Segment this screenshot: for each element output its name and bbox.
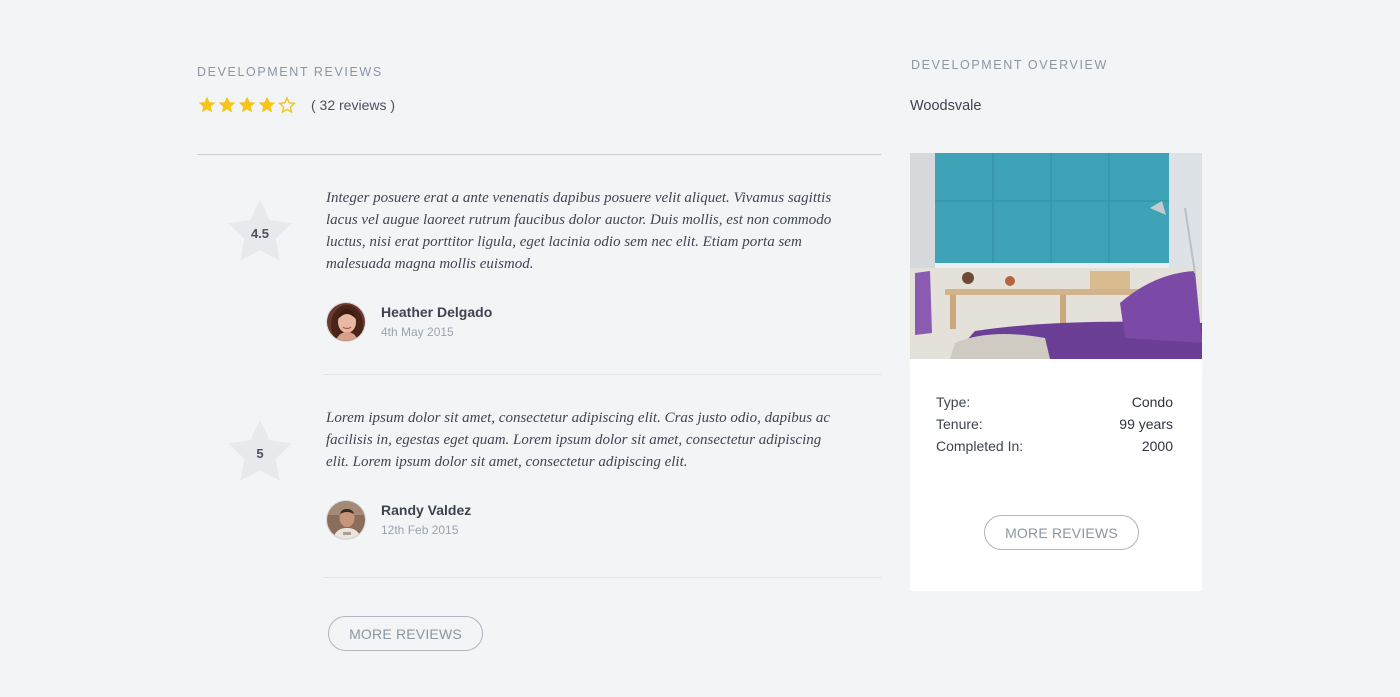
star-filled-icon [237, 95, 257, 115]
fact-value: 99 years [1119, 416, 1173, 432]
divider [197, 154, 881, 155]
review-text: Integer posuere erat a ante venenatis da… [326, 190, 832, 272]
fact-label: Completed In: [936, 438, 1024, 454]
review-score: 5 [256, 446, 264, 461]
overall-rating: ( 32 reviews ) [197, 95, 395, 115]
review-text: Lorem ipsum dolor sit amet, consectetur … [326, 410, 831, 470]
review-date: 4th May 2015 [381, 325, 454, 339]
overview-card: Type: Condo Tenure: 99 years Completed I… [910, 153, 1202, 591]
reviews-section-title: DEVELOPMENT REVIEWS [197, 65, 383, 79]
fact-tenure: Tenure: 99 years [936, 413, 1173, 435]
rating-stars [197, 95, 297, 115]
review-score-badge: 5 [227, 419, 293, 483]
fact-label: Type: [936, 394, 971, 410]
review-count: ( 32 reviews ) [311, 97, 396, 113]
overview-more-reviews-button[interactable]: MORE REVIEWS [984, 515, 1139, 550]
fact-label: Tenure: [936, 416, 983, 432]
development-name: Woodsvale [910, 98, 982, 114]
star-filled-icon [217, 95, 237, 115]
fact-value: 2000 [1141, 438, 1173, 454]
review-date: 12th Feb 2015 [381, 523, 459, 537]
review-score: 4.5 [250, 226, 270, 241]
review-score-badge: 4.5 [227, 199, 293, 263]
review-author: Heather Delgado 4th May 2015 [326, 302, 492, 342]
star-filled-icon [197, 95, 217, 115]
author-name[interactable]: Randy Valdez [381, 501, 471, 519]
overview-section-title: DEVELOPMENT OVERVIEW [911, 58, 1108, 72]
fact-completed: Completed In: 2000 [936, 435, 1173, 457]
divider [324, 577, 881, 578]
divider [324, 374, 881, 375]
avatar[interactable] [326, 302, 366, 342]
star-filled-icon [257, 95, 277, 115]
more-reviews-button[interactable]: MORE REVIEWS [328, 616, 483, 651]
development-photo[interactable] [910, 153, 1202, 359]
fact-value: Condo [1131, 394, 1173, 410]
review-author: Randy Valdez 12th Feb 2015 [326, 500, 471, 540]
avatar[interactable] [326, 500, 366, 540]
fact-type: Type: Condo [936, 391, 1173, 413]
development-facts: Type: Condo Tenure: 99 years Completed I… [936, 391, 1173, 457]
author-name[interactable]: Heather Delgado [381, 303, 492, 321]
star-empty-icon [277, 95, 297, 115]
